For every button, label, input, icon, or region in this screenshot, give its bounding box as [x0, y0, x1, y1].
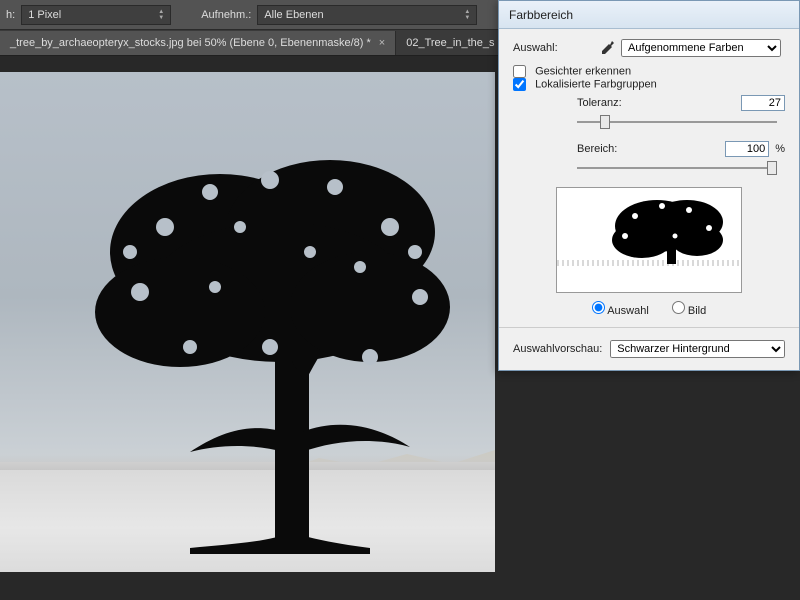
tab-label: _tree_by_archaeopteryx_stocks.jpg bei 50…	[10, 37, 371, 49]
preview-mode-radios: Auswahl Bild	[513, 301, 785, 317]
tolerance-slider[interactable]	[577, 113, 777, 131]
radio-image[interactable]: Bild	[672, 305, 706, 317]
range-slider[interactable]	[577, 159, 777, 177]
tab-label: 02_Tree_in_the_s	[406, 37, 494, 49]
detect-faces-checkbox[interactable]	[513, 65, 526, 78]
range-row: Bereich: %	[577, 141, 785, 157]
select-row: Auswahl: Aufgenommene Farben	[513, 39, 785, 57]
dialog-title: Farbbereich	[499, 1, 799, 29]
radio-selection-input[interactable]	[592, 301, 605, 314]
range-input[interactable]	[725, 141, 769, 157]
localized-label: Lokalisierte Farbgruppen	[535, 78, 657, 90]
thickness-value: 1 Pixel	[28, 9, 148, 21]
sample-value: Alle Ebenen	[264, 9, 454, 21]
document-tab[interactable]: _tree_by_archaeopteryx_stocks.jpg bei 50…	[0, 31, 396, 55]
localized-checkbox[interactable]	[513, 78, 526, 91]
image-canvas[interactable]	[0, 72, 495, 572]
sample-dropdown[interactable]: Alle Ebenen ▲▼	[257, 5, 477, 25]
range-label: Bereich:	[577, 143, 647, 155]
thickness-dropdown[interactable]: 1 Pixel ▲▼	[21, 5, 171, 25]
eyedropper-icon	[599, 40, 615, 56]
tolerance-row: Toleranz:	[577, 95, 785, 111]
select-label: Auswahl:	[513, 42, 593, 54]
radio-image-input[interactable]	[672, 301, 685, 314]
sample-label: Aufnehm.:	[195, 9, 257, 21]
dialog-body: Auswahl: Aufgenommene Farben Gesichter e…	[499, 29, 799, 370]
tolerance-input[interactable]	[741, 95, 785, 111]
tree-graphic	[70, 132, 450, 562]
range-unit: %	[775, 143, 785, 155]
spinner-icon: ▲▼	[464, 9, 470, 21]
color-range-dialog: Farbbereich Auswahl: Aufgenommene Farben…	[498, 0, 800, 371]
detect-faces-label: Gesichter erkennen	[535, 65, 631, 77]
select-dropdown[interactable]: Aufgenommene Farben	[621, 39, 781, 57]
spinner-icon: ▲▼	[158, 9, 164, 21]
tolerance-label: Toleranz:	[577, 97, 647, 109]
selection-preview	[556, 187, 742, 293]
slider-thumb[interactable]	[600, 115, 610, 129]
slider-thumb[interactable]	[767, 161, 777, 175]
radio-selection[interactable]: Auswahl	[592, 305, 652, 317]
localized-row: Lokalisierte Farbgruppen	[513, 78, 785, 91]
detect-faces-row: Gesichter erkennen	[513, 65, 785, 78]
selection-preview-dropdown[interactable]: Schwarzer Hintergrund	[610, 340, 785, 358]
close-icon[interactable]: ×	[379, 37, 385, 49]
document-tab[interactable]: 02_Tree_in_the_s	[396, 31, 505, 55]
selection-preview-label: Auswahlvorschau:	[513, 343, 602, 355]
selection-preview-row: Auswahlvorschau: Schwarzer Hintergrund	[513, 334, 785, 358]
thickness-label: h:	[0, 9, 21, 21]
